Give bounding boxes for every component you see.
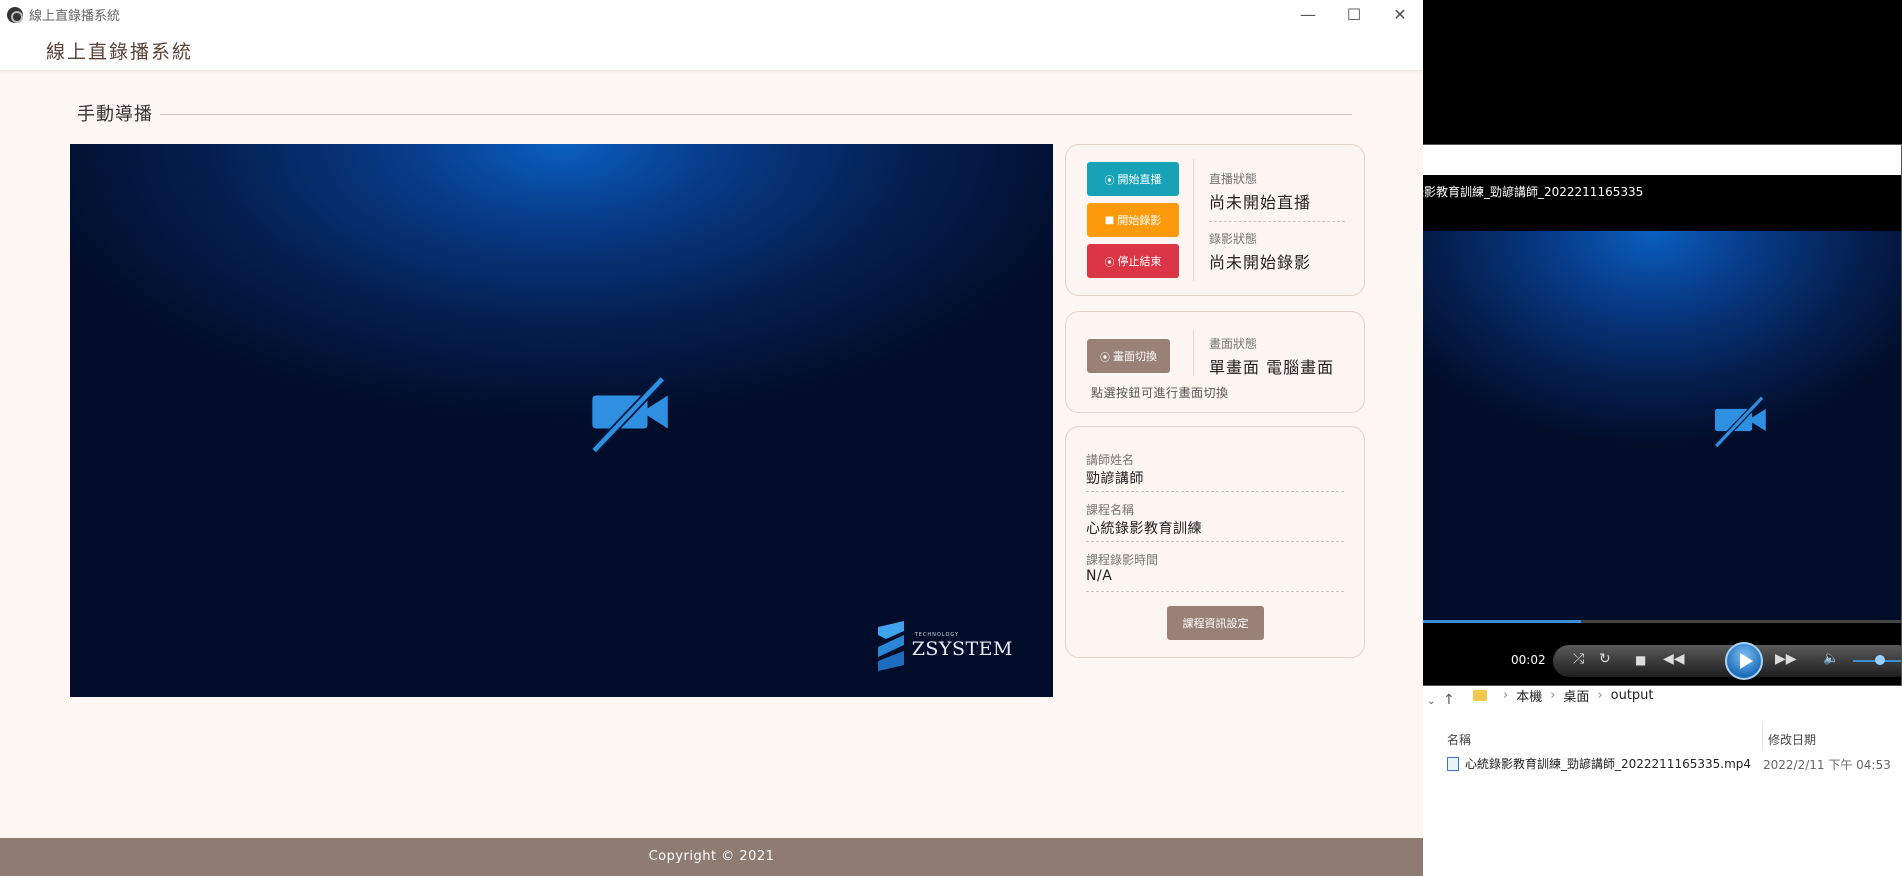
field-divider — [1086, 491, 1344, 492]
scene-switch-label: 畫面切換 — [1113, 350, 1157, 363]
stop-label: 停止結束 — [1117, 255, 1162, 268]
volume-icon[interactable]: 🔈 — [1823, 651, 1839, 666]
live-status-label: 直播狀態 — [1209, 172, 1258, 186]
camera-off-icon — [1714, 395, 1766, 448]
status-divider — [1209, 221, 1345, 222]
folder-icon — [1473, 690, 1487, 701]
volume-slider-knob[interactable] — [1875, 655, 1885, 665]
maximize-icon[interactable]: ☐ — [1331, 0, 1377, 29]
start-live-label: 開始直播 — [1117, 173, 1162, 186]
preview-video[interactable]: TECHNOLOGY ZSYSTEM — [70, 144, 1053, 697]
scene-card: ⦿ 畫面切換 畫面狀態 單畫面 電腦畫面 點選按鈕可進行畫面切換 — [1065, 311, 1365, 413]
scene-switch-button[interactable]: ⦿ 畫面切換 — [1087, 339, 1170, 373]
app-header: 線上直錄播系統 — [0, 29, 1423, 71]
switch-circle-icon: ⦿ — [1100, 352, 1110, 364]
field-divider — [1086, 591, 1344, 592]
zsystem-logo-mark-icon — [877, 621, 904, 671]
player-titlebar[interactable] — [1377, 145, 1901, 175]
course-info-card: 講師姓名 勁諺講師 課程名稱 心統錄影教育訓練 課程錄影時間 N/A 課程資訊設… — [1065, 426, 1365, 658]
stop-icon[interactable]: ■ — [1635, 653, 1646, 667]
logo-name: ZSYSTEM — [911, 638, 1013, 660]
seek-bar[interactable] — [1388, 620, 1901, 623]
player-video-area[interactable] — [1402, 231, 1901, 621]
desktop-background — [1423, 0, 1902, 144]
section-title: 手動導播 — [77, 104, 153, 125]
record-status-value: 尚未開始錄影 — [1209, 253, 1312, 272]
teacher-label: 講師姓名 — [1086, 453, 1135, 467]
player-file-title: 心統錄影教育訓練_勁諺講師_2022211165335 — [1388, 185, 1644, 199]
next-icon[interactable]: ▶▶ — [1775, 651, 1797, 667]
window-titlebar[interactable]: 線上直錄播系統 — ☐ ✕ — [0, 0, 1423, 29]
player-controls: ⤮ ↻ ■ ◀◀ ▶▶ 🔈 — [1553, 642, 1901, 680]
course-settings-button[interactable]: 課程資訊設定 — [1167, 606, 1264, 640]
file-modified-date: 2022/2/11 下午 04:53 — [1763, 758, 1891, 772]
brand-title[interactable]: 線上直錄播系統 — [46, 37, 193, 64]
breadcrumb-item[interactable]: output — [1611, 688, 1654, 703]
scene-status-value: 單畫面 電腦畫面 — [1209, 358, 1335, 377]
media-player-window: 心統錄影教育訓練_勁諺講師_2022211165335 00:02 ⤮ ↻ ■ … — [1376, 144, 1902, 686]
teacher-value: 勁諺講師 — [1086, 471, 1144, 487]
live-status-value: 尚未開始直播 — [1209, 193, 1312, 212]
broadcast-card: ⦿ 開始直播 ■ 開始錄影 ⦿ 停止結束 直播狀態 尚未開始直播 錄影狀態 尚未… — [1065, 144, 1365, 296]
minimize-icon[interactable]: — — [1285, 0, 1331, 29]
stop-button[interactable]: ⦿ 停止結束 — [1087, 244, 1179, 278]
column-divider[interactable] — [1762, 722, 1763, 750]
course-name-label: 課程名稱 — [1086, 503, 1135, 517]
record-status-label: 錄影狀態 — [1209, 232, 1258, 246]
file-name: 心統錄影教育訓練_勁諺講師_2022211165335.mp4 — [1465, 757, 1752, 771]
section-divider — [160, 114, 1352, 115]
scene-hint: 點選按鈕可進行畫面切換 — [1091, 386, 1229, 400]
address-bar[interactable]: › 本機 › 桌面 › output — [1473, 686, 1654, 705]
shuffle-icon[interactable]: ⤮ — [1573, 651, 1584, 667]
breadcrumb-sep-icon: › — [1503, 688, 1509, 703]
breadcrumb-item[interactable]: 本機 — [1516, 686, 1542, 705]
app-window: 線上直錄播系統 — ☐ ✕ 線上直錄播系統 手動導播 TECHNOLOGY ZS… — [0, 0, 1423, 876]
play-button[interactable] — [1725, 642, 1763, 680]
elapsed-time: 00:02 — [1511, 653, 1546, 667]
zsystem-logo: TECHNOLOGY ZSYSTEM — [876, 621, 1013, 671]
close-icon[interactable]: ✕ — [1377, 0, 1423, 29]
window-title: 線上直錄播系統 — [29, 9, 121, 24]
breadcrumb-sep-icon: › — [1597, 688, 1603, 703]
previous-icon[interactable]: ◀◀ — [1663, 651, 1685, 667]
field-divider — [1086, 541, 1344, 542]
copyright-text: Copyright © 2021 — [648, 849, 775, 864]
breadcrumb-item[interactable]: 桌面 — [1563, 686, 1589, 705]
repeat-icon[interactable]: ↻ — [1599, 651, 1611, 667]
up-arrow-icon[interactable]: ↑ — [1443, 692, 1455, 708]
column-header-name[interactable]: 名稱 — [1447, 731, 1471, 748]
course-name-value: 心統錄影教育訓練 — [1086, 521, 1202, 537]
start-record-label: 開始錄影 — [1117, 214, 1162, 227]
record-time-label: 課程錄影時間 — [1086, 553, 1159, 567]
column-divider — [1193, 159, 1194, 281]
start-live-button[interactable]: ⦿ 開始直播 — [1087, 162, 1179, 196]
column-header-modified[interactable]: 修改日期 — [1768, 731, 1816, 748]
scene-status-label: 畫面狀態 — [1209, 337, 1258, 351]
record-time-value: N/A — [1086, 568, 1113, 584]
course-settings-label: 課程資訊設定 — [1182, 617, 1249, 630]
column-divider — [1193, 330, 1194, 376]
stop-circle-icon: ⦿ — [1104, 257, 1115, 269]
file-list-item[interactable]: 心統錄影教育訓練_勁諺講師_2022211165335.mp4 — [1447, 755, 1751, 772]
app-icon — [7, 6, 23, 23]
video-file-icon — [1447, 756, 1459, 771]
footer: Copyright © 2021 — [0, 838, 1423, 876]
camera-off-icon — [591, 376, 668, 454]
start-record-button[interactable]: ■ 開始錄影 — [1087, 203, 1179, 237]
recent-chevron-icon[interactable]: ⌄ — [1427, 696, 1435, 707]
record-circle-icon: ⦿ — [1104, 175, 1115, 187]
breadcrumb-sep-icon: › — [1550, 688, 1556, 703]
video-camera-icon: ■ — [1104, 214, 1115, 226]
